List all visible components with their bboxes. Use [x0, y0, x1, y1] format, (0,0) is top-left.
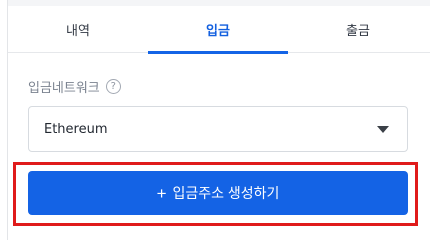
network-label: 입금네트워크: [28, 81, 100, 96]
generate-address-button[interactable]: + 입금주소 생성하기: [28, 171, 408, 215]
generate-address-label: 입금주소 생성하기: [172, 185, 280, 201]
network-select[interactable]: Ethereum: [28, 106, 408, 152]
tab-deposit[interactable]: 입금: [148, 6, 288, 54]
tab-history[interactable]: 내역: [8, 6, 148, 53]
deposit-panel: 내역 입금 출금 입금네트워크 ? Ethereum + 입금주소 생성하기: [0, 0, 430, 240]
network-label-row: 입금네트워크 ?: [28, 77, 121, 96]
tab-bar: 내역 입금 출금: [8, 6, 430, 54]
help-icon[interactable]: ?: [105, 79, 121, 94]
network-select-value: Ethereum: [44, 121, 108, 137]
tab-withdraw[interactable]: 출금: [288, 6, 428, 53]
plus-icon: +: [156, 183, 167, 203]
chevron-down-icon: [377, 125, 389, 133]
